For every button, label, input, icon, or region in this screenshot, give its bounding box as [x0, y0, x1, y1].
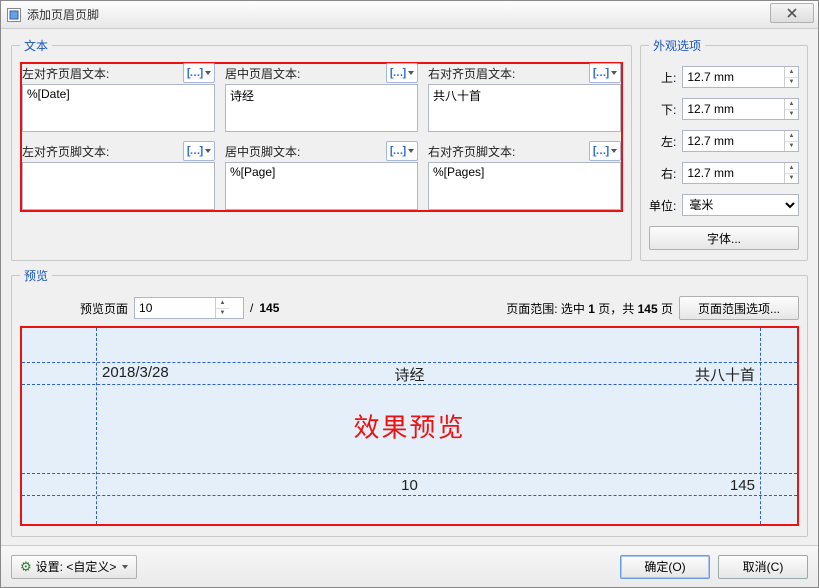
margin-left-input[interactable]: ▲▼	[682, 130, 799, 152]
margin-bottom-field[interactable]	[683, 102, 784, 116]
margin-top-field[interactable]	[683, 70, 784, 84]
app-icon	[7, 8, 21, 22]
margin-right-input[interactable]: ▲▼	[682, 162, 799, 184]
footer-center-input[interactable]: %[Page]	[225, 162, 418, 210]
header-center-cell: 居中页眉文本: […] 诗经	[225, 64, 418, 132]
footer-center-label: 居中页脚文本:	[225, 143, 300, 160]
page-range-options-button[interactable]: 页面范围选项...	[679, 296, 799, 320]
text-group: 文本 左对齐页眉文本: […] %[Date] 居中页眉文本:	[11, 37, 632, 261]
footer-right-label: 右对齐页脚文本:	[428, 143, 515, 160]
margin-bottom-label: 下:	[649, 101, 678, 118]
preview-group-legend: 预览	[20, 267, 52, 284]
footer-right-input[interactable]: %[Pages]	[428, 162, 621, 210]
window-title: 添加页眉页脚	[27, 6, 99, 23]
preview-page-label: 预览页面	[80, 300, 128, 317]
preview-canvas: 2018/3/28 诗经 共八十首 10 145 效果预览	[20, 326, 799, 526]
window-close-button[interactable]	[770, 3, 814, 23]
insert-macro-button[interactable]: […]	[183, 141, 215, 161]
chevron-down-icon	[611, 71, 617, 75]
header-left-cell: 左对齐页眉文本: […] %[Date]	[22, 64, 215, 132]
margin-right-label: 右:	[649, 165, 678, 182]
preview-page-field[interactable]	[135, 301, 215, 315]
preview-page-input[interactable]: ▲▼	[134, 297, 244, 319]
header-center-label: 居中页眉文本:	[225, 65, 300, 82]
margin-left-field[interactable]	[683, 134, 784, 148]
titlebar: 添加页眉页脚	[1, 1, 818, 29]
margin-top-label: 上:	[649, 69, 678, 86]
header-center-input[interactable]: 诗经	[225, 84, 418, 132]
gear-icon: ⚙	[20, 559, 32, 575]
footer-center-cell: 居中页脚文本: […] %[Page]	[225, 142, 418, 210]
preview-header-center: 诗经	[394, 364, 424, 385]
margin-left-label: 左:	[649, 133, 678, 150]
preview-page-total: 145	[259, 301, 279, 315]
settings-label: 设置: <自定义>	[36, 558, 117, 575]
chevron-down-icon	[205, 149, 211, 153]
insert-macro-button[interactable]: […]	[183, 63, 215, 83]
preview-header-left: 2018/3/28	[102, 364, 169, 381]
insert-macro-button[interactable]: […]	[589, 63, 621, 83]
chevron-down-icon	[122, 565, 128, 569]
spin-up-icon[interactable]: ▲	[785, 131, 798, 142]
insert-macro-button[interactable]: […]	[589, 141, 621, 161]
header-right-label: 右对齐页眉文本:	[428, 65, 515, 82]
spin-down-icon[interactable]: ▼	[216, 309, 229, 319]
footer-left-input[interactable]	[22, 162, 215, 210]
header-right-input[interactable]: 共八十首	[428, 84, 621, 132]
preview-overlay-label: 效果预览	[353, 408, 465, 445]
chevron-down-icon	[408, 71, 414, 75]
spin-down-icon[interactable]: ▼	[785, 174, 798, 184]
header-right-cell: 右对齐页眉文本: […] 共八十首	[428, 64, 621, 132]
chevron-down-icon	[408, 149, 414, 153]
unit-label: 单位:	[649, 197, 678, 214]
insert-macro-button[interactable]: […]	[386, 63, 418, 83]
margin-top-input[interactable]: ▲▼	[682, 66, 799, 88]
preview-header-right: 共八十首	[695, 364, 755, 385]
insert-macro-button[interactable]: […]	[386, 141, 418, 161]
settings-dropdown-button[interactable]: ⚙ 设置: <自定义>	[11, 555, 137, 579]
appearance-group: 外观选项 上: ▲▼ 下: ▲▼ 左: ▲▼	[640, 37, 808, 261]
preview-group: 预览 预览页面 ▲▼ / 145 页面范围: 选中 1 页，共 145 页 页面…	[11, 267, 808, 537]
cancel-button[interactable]: 取消(C)	[718, 555, 808, 579]
chevron-down-icon	[205, 71, 211, 75]
spin-up-icon[interactable]: ▲	[785, 99, 798, 110]
spin-up-icon[interactable]: ▲	[216, 298, 229, 309]
unit-select[interactable]: 毫米	[682, 194, 799, 216]
spin-up-icon[interactable]: ▲	[785, 163, 798, 174]
page-range-text: 页面范围: 选中 1 页，共 145 页	[506, 300, 673, 317]
margin-bottom-input[interactable]: ▲▼	[682, 98, 799, 120]
ok-button[interactable]: 确定(O)	[620, 555, 710, 579]
appearance-group-legend: 外观选项	[649, 37, 705, 54]
footer-left-cell: 左对齐页脚文本: […]	[22, 142, 215, 210]
preview-page-sep: /	[250, 301, 253, 315]
margin-right-field[interactable]	[683, 166, 784, 180]
font-button[interactable]: 字体...	[649, 226, 799, 250]
header-left-input[interactable]: %[Date]	[22, 84, 215, 132]
spin-up-icon[interactable]: ▲	[785, 67, 798, 78]
spin-down-icon[interactable]: ▼	[785, 110, 798, 120]
footer-right-cell: 右对齐页脚文本: […] %[Pages]	[428, 142, 621, 210]
footer-left-label: 左对齐页脚文本:	[22, 143, 109, 160]
preview-footer-right: 145	[730, 477, 755, 494]
spin-down-icon[interactable]: ▼	[785, 142, 798, 152]
spin-down-icon[interactable]: ▼	[785, 78, 798, 88]
header-left-label: 左对齐页眉文本:	[22, 65, 109, 82]
text-group-legend: 文本	[20, 37, 52, 54]
chevron-down-icon	[611, 149, 617, 153]
preview-footer-center: 10	[401, 477, 418, 494]
